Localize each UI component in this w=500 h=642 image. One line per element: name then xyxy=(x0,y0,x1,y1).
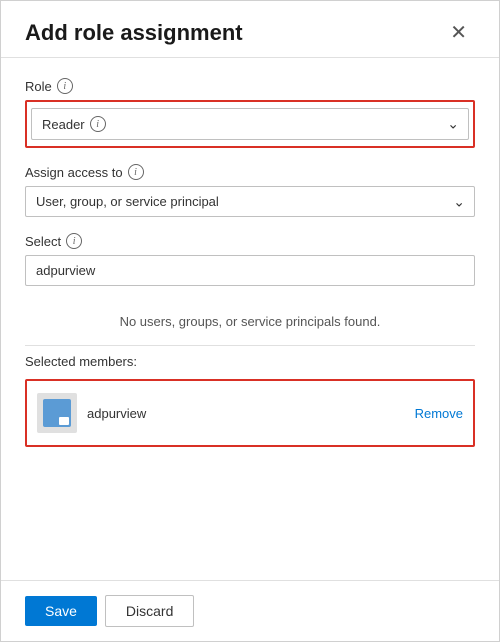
discard-button[interactable]: Discard xyxy=(105,595,194,627)
assign-access-label: Assign access to i xyxy=(25,164,475,180)
role-field-group: Role i Reader i ⌄ xyxy=(25,78,475,148)
role-dropdown-wrapper: Reader i ⌄ xyxy=(31,108,469,140)
member-item: adpurview Remove xyxy=(33,387,467,439)
add-role-assignment-dialog: Add role assignment ✕ Role i Reader i ⌄ xyxy=(0,0,500,642)
dialog-header: Add role assignment ✕ xyxy=(1,1,499,58)
dialog-title: Add role assignment xyxy=(25,20,243,46)
assign-access-field-group: Assign access to i User, group, or servi… xyxy=(25,164,475,217)
dialog-body: Role i Reader i ⌄ Assign access to xyxy=(1,58,499,580)
close-button[interactable]: ✕ xyxy=(442,19,475,47)
select-info-icon[interactable]: i xyxy=(66,233,82,249)
role-field-wrapper: Reader i ⌄ xyxy=(25,100,475,148)
no-results-message: No users, groups, or service principals … xyxy=(25,302,475,337)
reader-info-icon[interactable]: i xyxy=(90,116,106,132)
selected-members-label: Selected members: xyxy=(25,354,475,369)
select-field-group: Select i xyxy=(25,233,475,286)
member-avatar-icon xyxy=(43,399,71,427)
member-info: adpurview xyxy=(37,393,146,433)
role-label: Role i xyxy=(25,78,475,94)
member-item-wrapper: adpurview Remove xyxy=(25,379,475,447)
divider xyxy=(25,345,475,346)
member-name: adpurview xyxy=(87,406,146,421)
assign-access-info-icon[interactable]: i xyxy=(128,164,144,180)
assign-access-dropdown-wrapper: User, group, or service principal ⌄ xyxy=(25,186,475,217)
selected-members-group: Selected members: adpurview Remove xyxy=(25,354,475,447)
remove-member-button[interactable]: Remove xyxy=(415,406,463,421)
assign-access-dropdown[interactable]: User, group, or service principal xyxy=(25,186,475,217)
select-label: Select i xyxy=(25,233,475,249)
role-dropdown[interactable]: Reader i xyxy=(31,108,469,140)
select-input[interactable] xyxy=(25,255,475,286)
role-info-icon[interactable]: i xyxy=(57,78,73,94)
dialog-footer: Save Discard xyxy=(1,580,499,641)
save-button[interactable]: Save xyxy=(25,596,97,626)
member-avatar xyxy=(37,393,77,433)
